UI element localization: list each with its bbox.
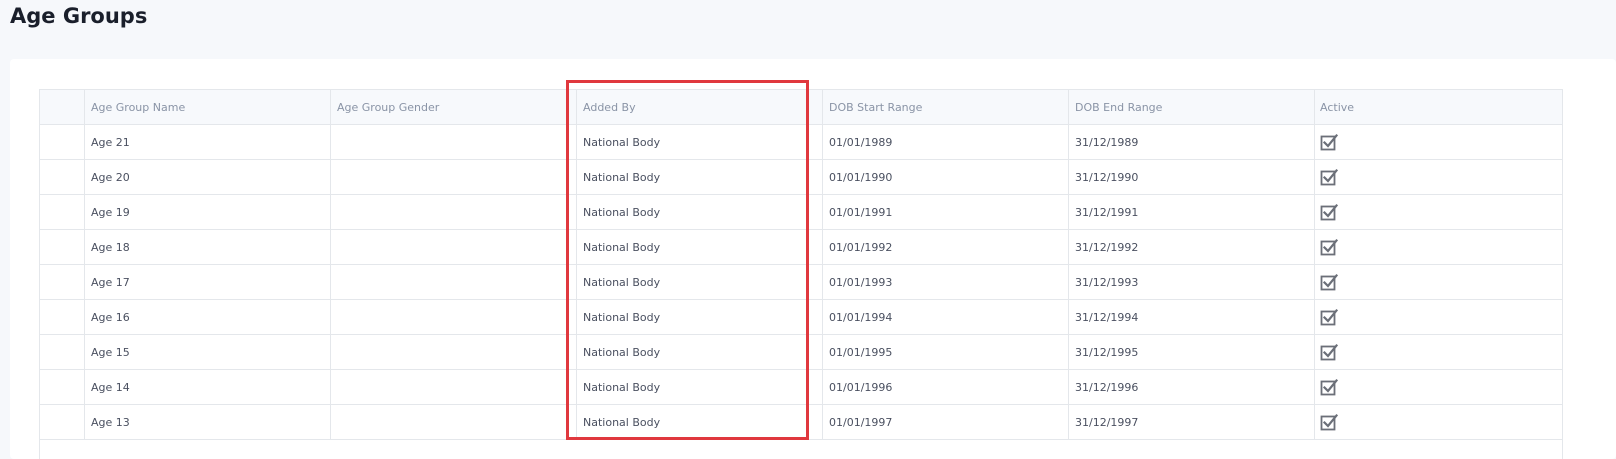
dob-end-range-cell: 31/12/1992 (1069, 230, 1315, 264)
header-select (40, 90, 85, 124)
row-select-cell[interactable] (40, 405, 85, 439)
active-cell (1315, 230, 1562, 264)
added-by-cell: National Body (577, 160, 823, 194)
dob-start-range-cell: 01/01/1992 (823, 230, 1069, 264)
row-select-cell[interactable] (40, 230, 85, 264)
age-group-name-cell: Age 19 (85, 195, 331, 229)
active-cell (1315, 335, 1562, 369)
checkbox-checked-icon[interactable] (1320, 238, 1338, 256)
header-age-group-name[interactable]: Age Group Name (85, 90, 331, 124)
age-group-gender-cell (331, 265, 577, 299)
added-by-cell: National Body (577, 335, 823, 369)
header-dob-start-range[interactable]: DOB Start Range (823, 90, 1069, 124)
dob-start-range-cell: 01/01/1995 (823, 335, 1069, 369)
checkbox-checked-icon[interactable] (1320, 308, 1338, 326)
dob-start-range-cell: 01/01/1996 (823, 370, 1069, 404)
age-group-gender-cell (331, 335, 577, 369)
dob-end-range-cell: 31/12/1995 (1069, 335, 1315, 369)
active-cell (1315, 265, 1562, 299)
age-group-name-cell: Age 21 (85, 125, 331, 159)
added-by-cell: National Body (577, 230, 823, 264)
added-by-cell: National Body (577, 405, 823, 439)
age-group-gender-cell (331, 405, 577, 439)
checkbox-checked-icon[interactable] (1320, 168, 1338, 186)
active-cell (1315, 160, 1562, 194)
added-by-cell: National Body (577, 300, 823, 334)
age-group-name-cell: Age 14 (85, 370, 331, 404)
dob-end-range-cell: 31/12/1990 (1069, 160, 1315, 194)
dob-end-range-cell: 31/12/1994 (1069, 300, 1315, 334)
table-row[interactable]: Age 15 National Body 01/01/1995 31/12/1995 (40, 335, 1562, 370)
age-group-name-cell: Age 15 (85, 335, 331, 369)
row-select-cell[interactable] (40, 160, 85, 194)
added-by-cell: National Body (577, 195, 823, 229)
header-added-by[interactable]: Added By (577, 90, 823, 124)
table-row[interactable]: Age 19 National Body 01/01/1991 31/12/1991 (40, 195, 1562, 230)
active-cell (1315, 195, 1562, 229)
age-group-gender-cell (331, 195, 577, 229)
active-cell (1315, 300, 1562, 334)
age-groups-table: Age Group Name Age Group Gender Added By… (39, 89, 1563, 459)
checkbox-checked-icon[interactable] (1320, 378, 1338, 396)
active-cell (1315, 405, 1562, 439)
age-group-name-cell: Age 16 (85, 300, 331, 334)
age-group-gender-cell (331, 300, 577, 334)
added-by-cell: National Body (577, 370, 823, 404)
age-group-gender-cell (331, 370, 577, 404)
dob-start-range-cell: 01/01/1997 (823, 405, 1069, 439)
age-group-gender-cell (331, 125, 577, 159)
row-select-cell[interactable] (40, 125, 85, 159)
dob-start-range-cell: 01/01/1994 (823, 300, 1069, 334)
table-row[interactable]: Age 20 National Body 01/01/1990 31/12/1990 (40, 160, 1562, 195)
table-row[interactable]: Age 21 National Body 01/01/1989 31/12/1989 (40, 125, 1562, 160)
checkbox-checked-icon[interactable] (1320, 203, 1338, 221)
dob-end-range-cell: 31/12/1997 (1069, 405, 1315, 439)
table-row[interactable]: Age 18 National Body 01/01/1992 31/12/1992 (40, 230, 1562, 265)
header-age-group-gender[interactable]: Age Group Gender (331, 90, 577, 124)
age-group-gender-cell (331, 160, 577, 194)
checkbox-checked-icon[interactable] (1320, 273, 1338, 291)
row-select-cell[interactable] (40, 370, 85, 404)
page-title: Age Groups (10, 4, 148, 28)
added-by-cell: National Body (577, 125, 823, 159)
dob-start-range-cell: 01/01/1990 (823, 160, 1069, 194)
row-select-cell[interactable] (40, 265, 85, 299)
table-body: Age 21 National Body 01/01/1989 31/12/1989 A… (40, 125, 1562, 440)
table-row[interactable]: Age 17 National Body 01/01/1993 31/12/1993 (40, 265, 1562, 300)
active-cell (1315, 370, 1562, 404)
checkbox-checked-icon[interactable] (1320, 133, 1338, 151)
dob-start-range-cell: 01/01/1989 (823, 125, 1069, 159)
active-cell (1315, 125, 1562, 159)
table-row[interactable]: Age 16 National Body 01/01/1994 31/12/1994 (40, 300, 1562, 335)
checkbox-checked-icon[interactable] (1320, 413, 1338, 431)
table-row[interactable]: Age 14 National Body 01/01/1996 31/12/1996 (40, 370, 1562, 405)
added-by-cell: National Body (577, 265, 823, 299)
row-select-cell[interactable] (40, 335, 85, 369)
age-group-name-cell: Age 20 (85, 160, 331, 194)
dob-start-range-cell: 01/01/1993 (823, 265, 1069, 299)
age-group-name-cell: Age 13 (85, 405, 331, 439)
row-select-cell[interactable] (40, 195, 85, 229)
header-active[interactable]: Active (1315, 90, 1562, 124)
table-header-row: Age Group Name Age Group Gender Added By… (40, 90, 1562, 125)
row-select-cell[interactable] (40, 300, 85, 334)
checkbox-checked-icon[interactable] (1320, 343, 1338, 361)
header-dob-end-range[interactable]: DOB End Range (1069, 90, 1315, 124)
dob-start-range-cell: 01/01/1991 (823, 195, 1069, 229)
dob-end-range-cell: 31/12/1996 (1069, 370, 1315, 404)
age-group-name-cell: Age 18 (85, 230, 331, 264)
table-row[interactable]: Age 13 National Body 01/01/1997 31/12/1997 (40, 405, 1562, 440)
dob-end-range-cell: 31/12/1991 (1069, 195, 1315, 229)
age-group-name-cell: Age 17 (85, 265, 331, 299)
age-group-gender-cell (331, 230, 577, 264)
dob-end-range-cell: 31/12/1989 (1069, 125, 1315, 159)
dob-end-range-cell: 31/12/1993 (1069, 265, 1315, 299)
